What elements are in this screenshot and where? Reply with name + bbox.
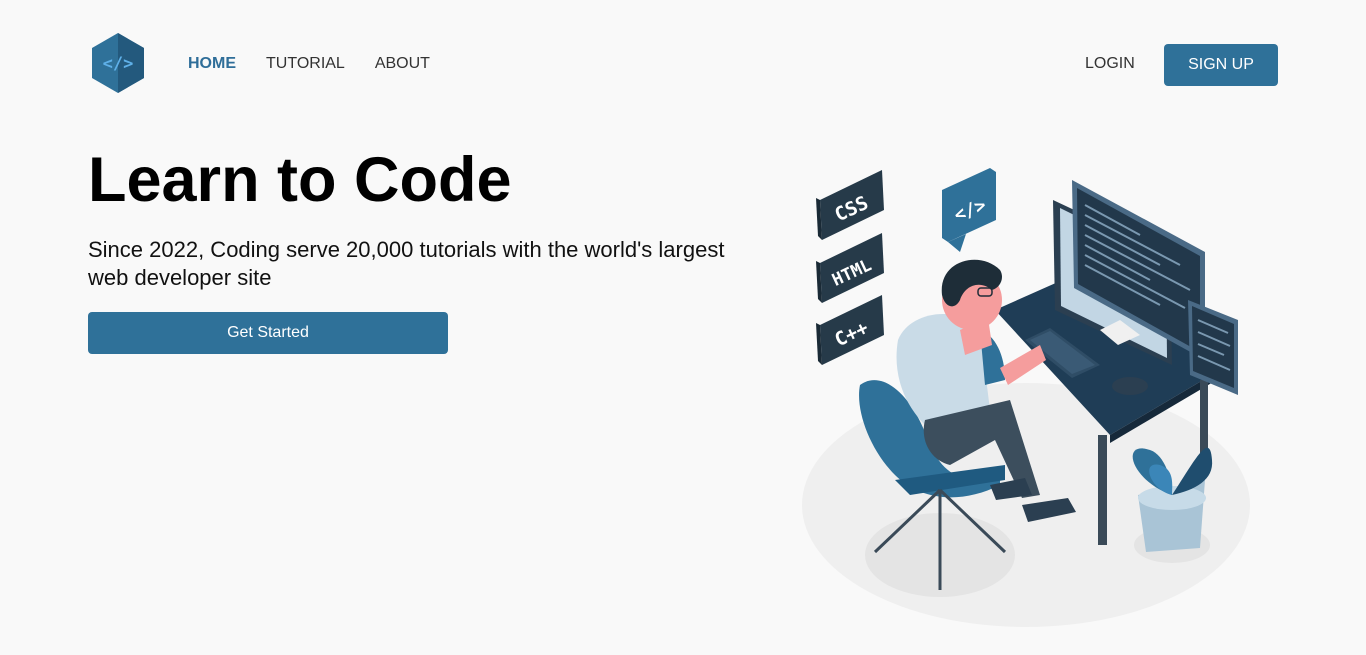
get-started-button[interactable]: Get Started <box>88 312 448 354</box>
nav-tutorial[interactable]: TUTORIAL <box>266 54 345 74</box>
login-link[interactable]: LOGIN <box>1085 54 1135 74</box>
sign-up-button[interactable]: SIGN UP <box>1164 44 1278 86</box>
hero-title: Learn to Code <box>88 145 512 215</box>
svg-text:</>: </> <box>103 54 134 74</box>
hero-subtitle: Since 2022, Coding serve 20,000 tutorial… <box>88 237 725 290</box>
html-tag-icon: HTML <box>816 233 884 303</box>
developer-illustration: CSS HTML C++ </> <box>802 168 1250 627</box>
landing-page: </> HOME TUTORIAL ABOUT LOGIN SIGN UP Le… <box>0 0 1366 655</box>
code-bubble-icon: </> <box>942 168 996 252</box>
cpp-tag-icon: C++ <box>816 295 884 365</box>
nav-home[interactable]: HOME <box>188 54 236 74</box>
css-tag-icon: CSS <box>816 170 884 240</box>
main-nav: HOME TUTORIAL ABOUT <box>188 54 430 74</box>
code-logo-icon[interactable]: </> <box>90 32 146 94</box>
nav-about[interactable]: ABOUT <box>375 54 430 74</box>
